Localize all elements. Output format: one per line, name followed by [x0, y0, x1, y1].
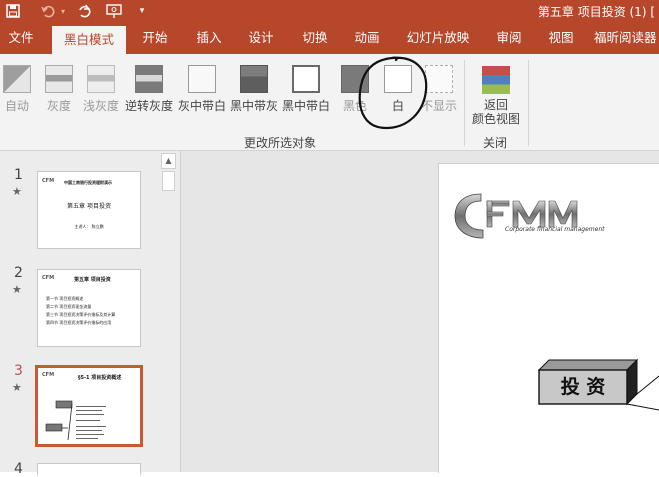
black-with-gray-icon [240, 65, 268, 93]
tab-review[interactable]: 审阅 [488, 22, 530, 54]
light-grayscale-button[interactable]: 浅灰度 [80, 54, 122, 116]
present-icon[interactable] [104, 2, 124, 20]
thumb-author: 主讲人： 陈立鹏 [74, 224, 104, 229]
thumb-logo: CFM [42, 275, 55, 281]
tab-transitions[interactable]: 切换 [294, 22, 336, 54]
tab-insert[interactable]: 插入 [188, 22, 230, 54]
ribbon-group-separator [528, 60, 529, 146]
ribbon: 自动 灰度 浅灰度 逆转灰度 灰中带白 黑中带灰 黑中带白 黑色 白 不显示 返… [0, 54, 659, 151]
undo-dropdown-icon[interactable]: ▾ [58, 2, 68, 20]
return-label: 返回 [483, 98, 508, 112]
auto-button[interactable]: 自动 [0, 54, 34, 116]
star-icon: ★ [12, 185, 22, 198]
slide-thumbnail-2[interactable]: CFM 第五章 项目投资 第一节 项目投资概述 第二节 项目投资现金流量 第三节… [37, 269, 141, 347]
save-icon[interactable] [4, 2, 22, 20]
grayscale-icon [45, 65, 73, 93]
logo-subtitle: Corporate financial management [505, 226, 605, 233]
ribbon-tabs: 文件 黑白模式 开始 插入 设计 切换 动画 幻灯片放映 审阅 视图 福昕阅读器 [0, 22, 659, 54]
slide-number: 1 [14, 167, 23, 183]
current-slide[interactable]: Corporate financial management 投 资 [438, 163, 659, 473]
tab-design[interactable]: 设计 [240, 22, 282, 54]
thumbnail-scrollbar[interactable]: ▲ [161, 153, 176, 472]
star-icon: ★ [12, 283, 22, 296]
slide-thumbnail-3[interactable]: CFM §5-1 项目投资概述 [35, 365, 143, 447]
ribbon-group-separator [464, 60, 465, 146]
scroll-up-icon[interactable]: ▲ [161, 153, 176, 169]
thumb-line: 第三节 项目投资决策评价指标及其计算 [46, 312, 116, 317]
tab-foxit-reader[interactable]: 福昕阅读器 [594, 22, 659, 54]
slide-thumbnail-pane: 1 ★ CFM 中国工商银行投资理财演示 第五章 项目投资 主讲人： 陈立鹏 2… [0, 151, 180, 477]
color-view-label: 颜色视图 [471, 112, 520, 126]
thumb-title: 第五章 项目投资 [67, 203, 111, 210]
annotation-circle [358, 56, 428, 130]
scroll-thumb[interactable] [162, 171, 175, 191]
inverse-grayscale-button[interactable]: 逆转灰度 [122, 54, 176, 116]
slide-number: 4 [14, 461, 23, 477]
inverse-grayscale-icon [135, 65, 163, 93]
light-grayscale-icon [87, 65, 115, 93]
auto-mode-icon [3, 65, 31, 93]
tab-black-white-mode[interactable]: 黑白模式 [52, 26, 126, 54]
window-title: 第五章 项目投资 (1) [ [537, 5, 655, 19]
thumb-header: 中国工商银行投资理财演示 [64, 180, 112, 185]
cfm-logo [454, 193, 578, 239]
gray-with-white-button[interactable]: 灰中带白 [176, 54, 228, 116]
black-with-white-button[interactable]: 黑中带白 [280, 54, 332, 116]
grayscale-button[interactable]: 灰度 [40, 54, 78, 116]
group-label-change-selected: 更改所选对象 [243, 136, 316, 150]
tab-file[interactable]: 文件 [0, 22, 42, 54]
thumb-diagram [45, 400, 106, 441]
return-color-view-button[interactable]: 返回 颜色视图 [468, 54, 524, 130]
invest-box-label: 投 资 [560, 376, 606, 398]
thumb-line: 第一节 项目投资概述 [46, 296, 84, 301]
slide-thumbnail-4[interactable] [37, 463, 141, 475]
color-view-icon [482, 66, 510, 94]
thumb-logo: CFM [42, 178, 55, 184]
tab-animations[interactable]: 动画 [346, 22, 388, 54]
gray-with-white-icon [188, 65, 216, 93]
black-with-white-icon [292, 65, 320, 93]
redo-icon[interactable] [76, 2, 92, 20]
thumb-line: 第四节 项目投资决策评价指标的应用 [46, 320, 112, 325]
tab-home[interactable]: 开始 [134, 22, 176, 54]
slide-thumbnail-1[interactable]: CFM 中国工商银行投资理财演示 第五章 项目投资 主讲人： 陈立鹏 [37, 171, 141, 249]
thumb-line: 第二节 项目投资现金流量 [46, 304, 92, 309]
black-with-gray-button[interactable]: 黑中带灰 [228, 54, 280, 116]
tab-slideshow[interactable]: 幻灯片放映 [400, 22, 476, 54]
group-label-close: 关闭 [482, 136, 507, 150]
star-icon: ★ [12, 381, 22, 394]
title-bar: ▾ ▾ 第五章 项目投资 (1) [ [0, 0, 659, 22]
slide-number: 3 [14, 363, 23, 379]
pane-divider[interactable] [180, 151, 181, 472]
slide-number: 2 [14, 265, 23, 281]
tab-view[interactable]: 视图 [540, 22, 582, 54]
thumb-title: 第五章 项目投资 [74, 277, 111, 283]
undo-icon[interactable] [40, 2, 56, 20]
chevron-down-icon[interactable]: ▾ [136, 2, 148, 20]
